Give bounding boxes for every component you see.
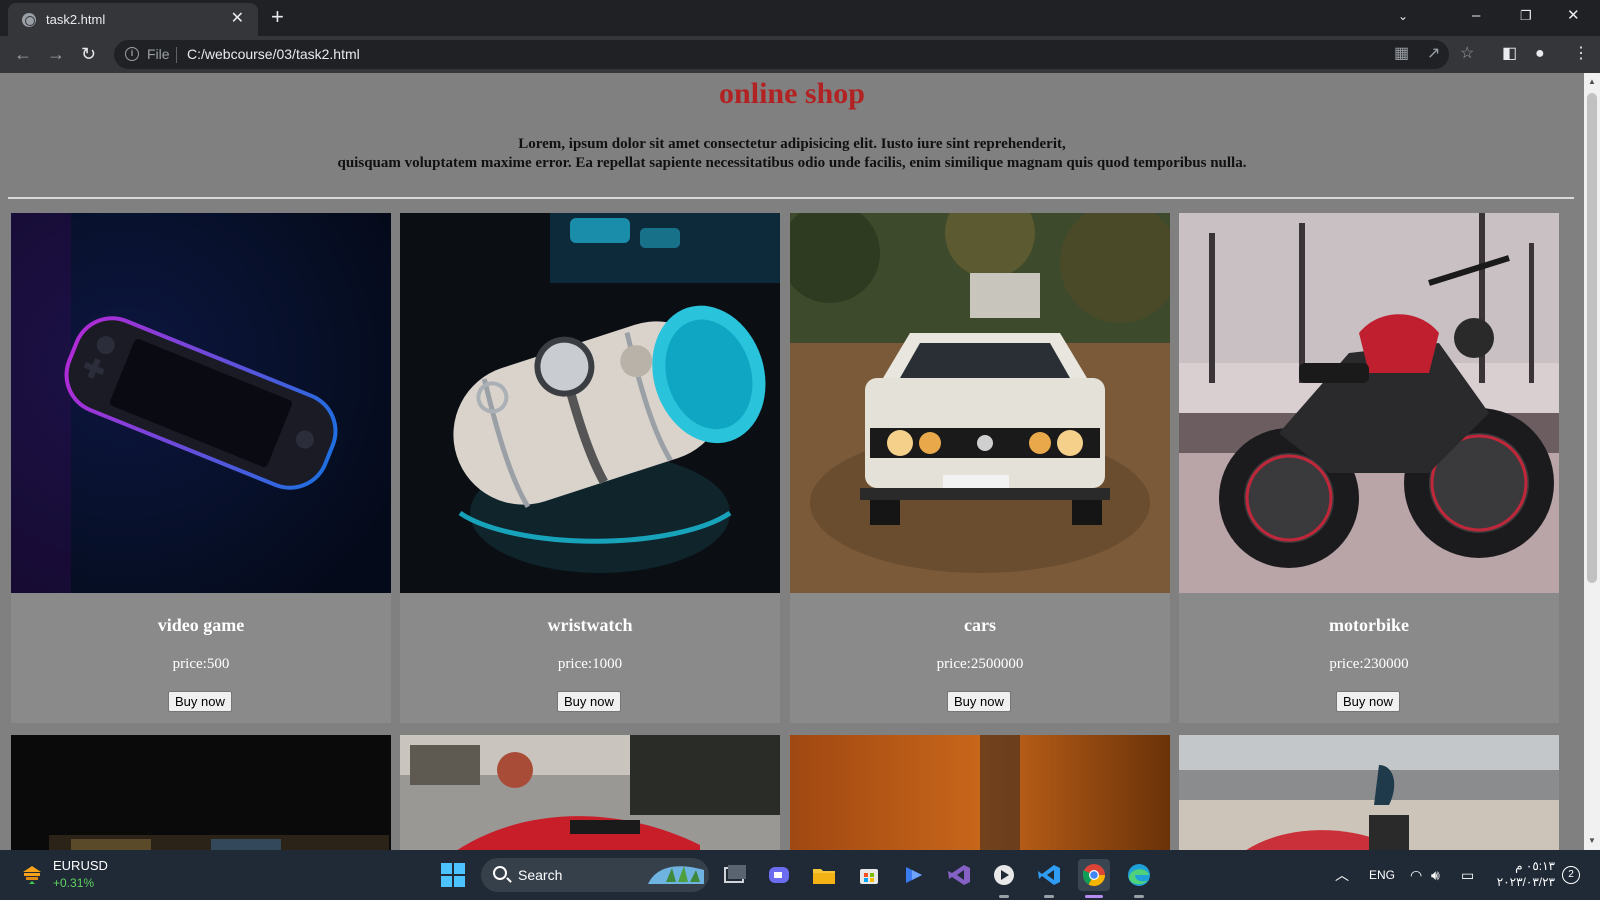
share-icon[interactable]: ↗ <box>1427 43 1440 65</box>
product-name: cars <box>964 615 996 635</box>
clock[interactable]: ٠٥:١٣ م ٢٠٢٣/٠٣/٢٣ <box>1493 858 1555 890</box>
product-card: wristwatch price:1000 Buy now <box>400 213 780 723</box>
reload-icon[interactable]: ↻ <box>81 42 96 66</box>
visual-studio-icon[interactable] <box>943 859 975 891</box>
bookmark-star-icon[interactable]: ☆ <box>1460 43 1474 65</box>
intro-line: Lorem, ipsum dolor sit amet consectetur … <box>518 136 1066 152</box>
wifi-icon[interactable]: ◠ <box>1410 866 1422 884</box>
windows-taskbar: EURUSD +0.31% Search ︿ ENG ◠ 🔊︎ ▭ ٠٥:١٣ … <box>0 850 1600 900</box>
file-scheme-label: File <box>147 46 170 62</box>
product-price: price:2500000 <box>936 656 1024 672</box>
chat-icon[interactable] <box>763 859 795 891</box>
buy-now-button[interactable]: Buy now <box>557 691 621 712</box>
page-title: online shop <box>719 77 865 110</box>
product-card <box>11 735 391 850</box>
scroll-up-arrow-icon[interactable]: ▲ <box>1584 75 1600 89</box>
page-scrollbar[interactable]: ▲ ▼ <box>1584 73 1600 850</box>
media-player-icon[interactable] <box>988 859 1020 891</box>
product-image <box>400 735 780 850</box>
omnibox-divider <box>176 47 177 63</box>
product-price: price:500 <box>172 656 230 672</box>
input-language[interactable]: ENG <box>1369 866 1395 884</box>
microsoft-store-icon[interactable] <box>853 859 885 891</box>
product-image-cars <box>790 213 1170 593</box>
globe-icon <box>22 13 36 27</box>
battery-icon[interactable]: ▭ <box>1461 866 1474 884</box>
product-card: motorbike price:230000 Buy now <box>1179 213 1559 723</box>
buy-now-button[interactable]: Buy now <box>168 691 232 712</box>
buy-now-button[interactable]: Buy now <box>947 691 1011 712</box>
address-bar[interactable]: i File C:/webcourse/03/task2.html ▦ ↗ ☆ <box>114 40 1474 69</box>
search-highlight-icon <box>648 866 704 884</box>
profile-icon[interactable]: ● <box>1535 43 1545 65</box>
browser-tab[interactable]: task2.html ✕ <box>8 3 258 36</box>
market-ticker-icon <box>23 866 41 884</box>
side-panel-icon[interactable]: ◧ <box>1502 43 1517 65</box>
tab-search-chevron-icon[interactable]: ⌄ <box>1398 4 1408 28</box>
forward-arrow-icon[interactable]: → <box>47 42 65 66</box>
ticker-symbol: EURUSD <box>53 858 108 873</box>
browser-toolbar: ← → ↻ i File C:/webcourse/03/task2.html … <box>0 36 1600 73</box>
info-icon[interactable]: i <box>125 47 139 61</box>
horizontal-rule <box>8 197 1574 199</box>
tab-strip: task2.html ✕ + ⌄ – ❐ ✕ <box>0 0 1600 36</box>
product-card <box>1179 735 1559 850</box>
vscode-icon[interactable] <box>1033 859 1065 891</box>
product-image-wristwatch <box>400 213 780 593</box>
product-price: price:230000 <box>1329 656 1409 672</box>
app-running-indicator <box>1044 895 1054 898</box>
app-running-indicator <box>999 895 1009 898</box>
product-name: wristwatch <box>547 615 633 635</box>
product-image-video-game <box>11 213 391 593</box>
show-hidden-icons-chevron-icon[interactable]: ︿ <box>1335 866 1349 884</box>
page-viewport: online shop Lorem, ipsum dolor sit amet … <box>0 73 1584 850</box>
notification-badge[interactable]: 2 <box>1562 866 1580 884</box>
search-icon <box>493 866 507 880</box>
product-card: video game price:500 Buy now <box>11 213 391 723</box>
intro-line: quisquam voluptatem maxime error. Ea rep… <box>337 155 1247 171</box>
product-image <box>1179 735 1559 850</box>
product-card <box>400 735 780 850</box>
ticker-change: +0.31% <box>53 876 95 890</box>
url-text[interactable]: C:/webcourse/03/task2.html <box>187 46 360 62</box>
minimize-button[interactable]: – <box>1472 4 1480 28</box>
app-running-indicator <box>1134 895 1144 898</box>
close-window-button[interactable]: ✕ <box>1567 4 1580 28</box>
power-automate-icon[interactable] <box>898 859 930 891</box>
scroll-thumb[interactable] <box>1587 93 1597 583</box>
product-image-motorbike <box>1179 213 1559 593</box>
product-name: video game <box>157 615 245 635</box>
windows-start-icon[interactable] <box>441 863 465 887</box>
page-intro: Lorem, ipsum dolor sit amet consectetur … <box>0 135 1584 173</box>
buy-now-button[interactable]: Buy now <box>1336 691 1400 712</box>
clock-time: ٠٥:١٣ م <box>1515 859 1555 873</box>
restore-button[interactable]: ❐ <box>1520 4 1532 28</box>
search-label: Search <box>518 867 563 883</box>
back-arrow-icon[interactable]: ← <box>14 42 32 66</box>
clock-date: ٢٠٢٣/٠٣/٢٣ <box>1496 875 1555 889</box>
taskbar-search[interactable]: Search <box>481 858 709 892</box>
product-image <box>11 735 391 850</box>
product-card <box>790 735 1170 850</box>
scroll-down-arrow-icon[interactable]: ▼ <box>1584 834 1600 848</box>
edge-icon[interactable] <box>1123 859 1155 891</box>
app-active-indicator <box>1085 895 1103 898</box>
product-card: cars price:2500000 Buy now <box>790 213 1170 723</box>
file-explorer-icon[interactable] <box>808 859 840 891</box>
close-tab-icon[interactable]: ✕ <box>231 9 244 29</box>
translate-icon[interactable]: ▦ <box>1394 43 1409 65</box>
task-view-icon[interactable] <box>718 859 750 891</box>
new-tab-button[interactable]: + <box>271 5 284 29</box>
product-price: price:1000 <box>557 656 623 672</box>
product-image <box>790 735 1170 850</box>
volume-icon[interactable]: 🔊︎ <box>1431 866 1440 884</box>
menu-kebab-icon[interactable]: ⋮ <box>1573 43 1589 65</box>
product-name: motorbike <box>1329 615 1409 635</box>
tab-title: task2.html <box>46 12 106 27</box>
chrome-icon[interactable] <box>1078 859 1110 891</box>
